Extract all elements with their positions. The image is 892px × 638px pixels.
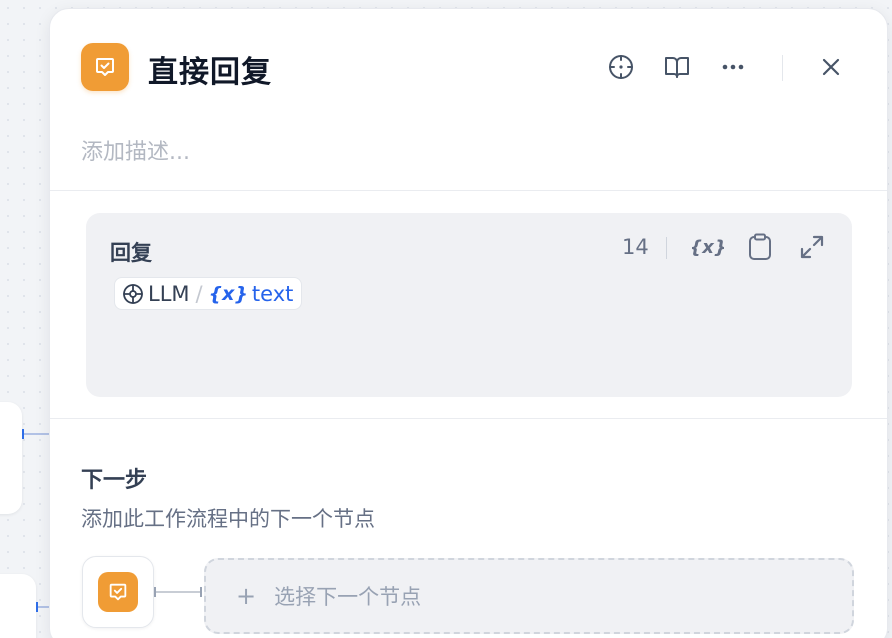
select-next-node-button[interactable]: + 选择下一个节点 [204,558,854,634]
expand-icon [800,235,824,259]
description-input[interactable]: 添加描述... [81,134,581,165]
answer-node-icon [98,572,138,612]
close-icon [822,58,840,76]
canvas-edge [36,602,50,612]
answer-node-icon [81,43,129,91]
more-icon [722,64,744,70]
copy-button[interactable] [744,231,776,263]
variable-icon: {x} [692,237,724,258]
canvas-node[interactable] [0,402,22,514]
variable-chip[interactable]: LLM / {x} text [114,277,303,310]
variable-separator: / [195,281,203,306]
llm-icon [123,283,143,304]
expand-button[interactable] [796,231,828,263]
divider [782,55,783,81]
page-title[interactable]: 直接回复 [148,47,272,91]
canvas-edge [22,429,50,439]
clipboard-icon [749,233,771,260]
book-icon [665,57,689,78]
panel-header: 直接回复 添加描述... [50,9,887,191]
svg-text:{x}: {x} [692,237,724,258]
variable-name: text [251,281,294,306]
locate-node-button[interactable] [605,51,637,83]
reply-label: 回复 [110,241,152,265]
locate-icon [609,55,633,79]
char-count: 14 [622,235,649,259]
connector-line [154,587,202,597]
node-settings-panel: 直接回复 添加描述... 回复 14 x LLM / {x} text 下一步 … [49,8,888,638]
next-step-description: 添加此工作流程中的下一个节点 [81,507,375,531]
docs-button[interactable] [661,51,693,83]
select-next-node-label: 选择下一个节点 [274,585,422,609]
reply-editor[interactable]: 回复 14 {x} LLM / {x} [86,213,852,397]
close-button[interactable] [815,51,847,83]
next-step-section: 下一步 添加此工作流程中的下一个节点 + 选择下一个节点 [50,418,887,638]
more-button[interactable] [717,51,749,83]
current-node [82,556,154,628]
plus-icon: + [236,582,257,610]
divider [666,237,667,259]
next-step-title: 下一步 [81,468,148,493]
variable-icon: {x} [208,282,248,305]
canvas-node[interactable] [0,574,36,638]
variable-source: LLM [148,281,190,306]
insert-variable-button[interactable]: {x} [692,231,724,263]
